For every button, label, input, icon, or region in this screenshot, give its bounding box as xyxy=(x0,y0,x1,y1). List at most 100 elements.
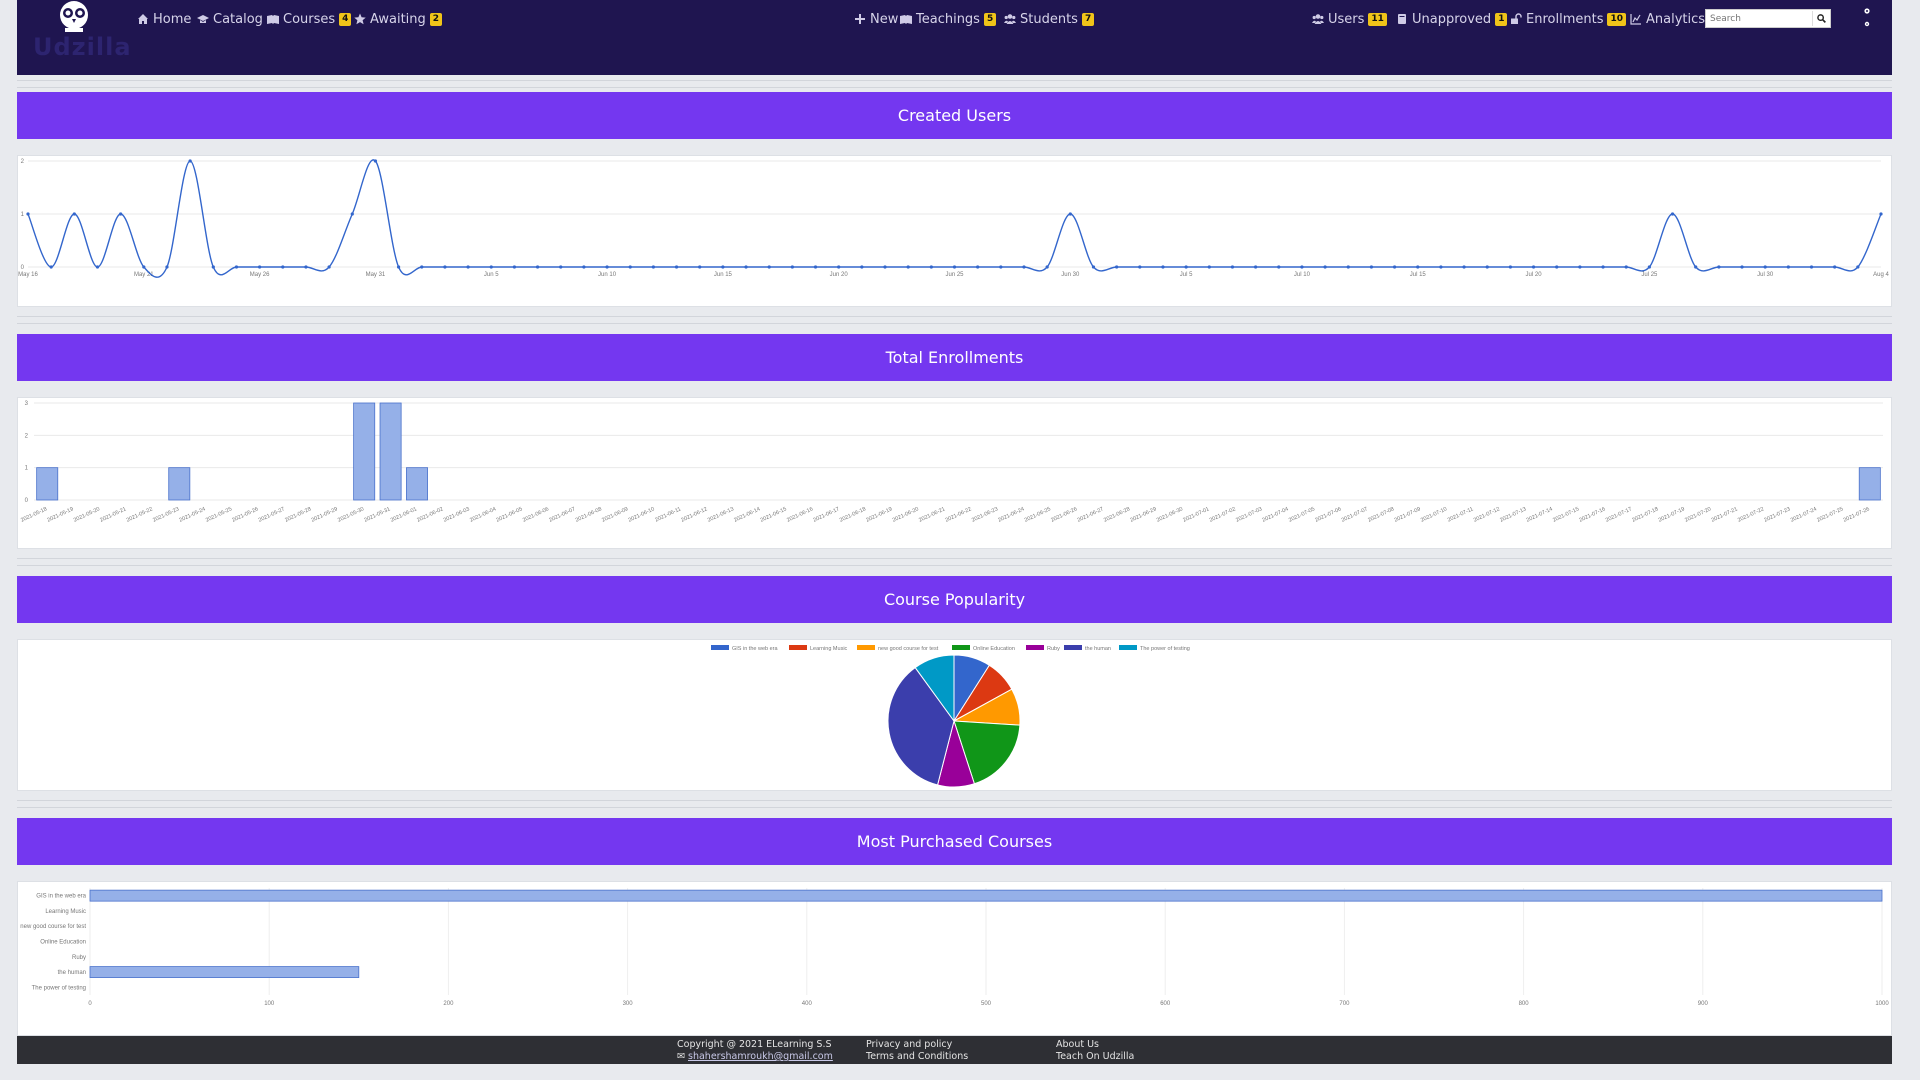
book-open-icon xyxy=(900,13,912,25)
search-input[interactable] xyxy=(1706,11,1812,26)
x-tick-label: 2021-07-19 xyxy=(1658,506,1686,523)
x-tick-label: 2021-06-03 xyxy=(443,506,471,523)
x-tick-label: 2021-07-23 xyxy=(1763,506,1791,523)
data-point xyxy=(1068,212,1072,216)
legend-swatch xyxy=(789,645,807,650)
nav-item-enrollments[interactable]: Enrollments 10 xyxy=(1510,10,1626,28)
legend-label: Online Education xyxy=(973,646,1015,652)
data-point xyxy=(790,265,794,269)
nav-item-courses[interactable]: Courses 4 xyxy=(267,10,352,28)
x-tick-label: Jun 10 xyxy=(598,272,617,278)
footer-teach-link[interactable]: Teach On Udzilla xyxy=(1056,1051,1134,1062)
page-scrollbar[interactable] xyxy=(1892,0,1920,1080)
footer-email-link[interactable]: shahershamroukh@gmail.com xyxy=(688,1051,833,1062)
x-tick-label: 2021-07-04 xyxy=(1261,506,1289,523)
data-point xyxy=(1670,212,1675,216)
x-tick-label: 2021-06-10 xyxy=(628,506,656,523)
nav-item-label: Unapproved xyxy=(1412,11,1492,27)
x-tick-label: 2021-06-14 xyxy=(733,506,761,523)
x-tick-label: 2021-05-27 xyxy=(258,506,286,523)
settings-gear-icon[interactable] xyxy=(1863,7,1871,31)
x-tick-label: Jun 25 xyxy=(945,272,964,278)
x-tick-label: 1000 xyxy=(1875,1001,1889,1007)
y-tick-label: 2 xyxy=(25,433,29,439)
y-tick-label: The power of testing xyxy=(32,985,86,991)
y-tick-label: Ruby xyxy=(72,955,86,961)
x-tick-label: 600 xyxy=(1160,1001,1171,1007)
x-tick-label: 2021-06-24 xyxy=(997,506,1025,523)
y-tick-label: Online Education xyxy=(40,940,86,946)
data-point xyxy=(304,265,308,269)
data-point xyxy=(350,212,354,216)
data-point xyxy=(651,265,655,269)
data-point xyxy=(26,212,30,216)
nav-item-catalog[interactable]: Catalog xyxy=(197,10,263,28)
total-enrollments-bar-chart: 01232021-05-182021-05-192021-05-202021-0… xyxy=(20,401,1883,524)
nav-item-teachings[interactable]: Teachings 5 xyxy=(900,10,997,28)
footer-copyright: Copyright @ 2021 ELearning S.S xyxy=(677,1039,832,1050)
nav-item-unapproved[interactable]: Unapproved 1 xyxy=(1396,10,1508,28)
data-point xyxy=(258,265,262,269)
x-tick-label: 2021-06-29 xyxy=(1129,506,1157,523)
x-tick-label: Jul 5 xyxy=(1180,272,1193,278)
data-point xyxy=(443,265,447,269)
data-point xyxy=(698,265,702,269)
created-users-line-chart: 012May 16 May 21 May 26 May 31 Jun 5 Jun 10 Ju… xyxy=(18,159,1889,278)
search-button[interactable] xyxy=(1812,11,1830,26)
data-point xyxy=(929,265,933,269)
data-point xyxy=(1462,265,1466,269)
nav-item-label: Teachings xyxy=(916,11,980,27)
enrollment-bar xyxy=(36,467,59,501)
data-point xyxy=(1763,265,1767,269)
nav-item-home[interactable]: Home xyxy=(137,10,191,28)
legend-swatch xyxy=(952,645,970,650)
search-box xyxy=(1705,9,1831,28)
x-tick-label: 2021-06-11 xyxy=(654,506,682,523)
footer-about-link[interactable]: About Us xyxy=(1056,1039,1099,1050)
data-point xyxy=(1555,265,1559,269)
data-point xyxy=(721,265,725,269)
users-icon xyxy=(1312,13,1324,25)
nav-item-users[interactable]: Users 11 xyxy=(1312,10,1387,28)
data-point xyxy=(397,265,401,269)
y-tick-label: the human xyxy=(58,970,86,976)
nav-item-new[interactable]: New xyxy=(854,10,898,28)
count-badge: 1 xyxy=(1495,12,1508,26)
created-users-series-line xyxy=(27,159,1882,278)
data-point xyxy=(883,265,887,269)
data-point xyxy=(999,265,1003,269)
data-point xyxy=(813,265,818,269)
y-tick-label: 1 xyxy=(25,466,29,472)
y-tick-label: 0 xyxy=(25,498,29,504)
owl-logo-icon[interactable] xyxy=(55,0,93,34)
x-tick-label: 2021-06-27 xyxy=(1077,506,1105,523)
nav-item-students[interactable]: Students 7 xyxy=(1004,10,1095,28)
x-tick-label: 2021-07-16 xyxy=(1578,506,1606,523)
x-tick-label: 2021-05-21 xyxy=(99,506,127,523)
nav-item-awaiting[interactable]: Awaiting 2 xyxy=(354,10,443,28)
enrollment-bar xyxy=(406,467,428,501)
x-tick-label: 2021-05-31 xyxy=(363,506,391,523)
data-point xyxy=(860,265,864,269)
data-point xyxy=(1508,265,1512,269)
data-point xyxy=(512,265,517,269)
nav-item-analytics[interactable]: Analytics xyxy=(1630,10,1705,28)
legend-label: the human xyxy=(1085,646,1111,652)
nav-item-label: Analytics xyxy=(1646,11,1706,27)
x-tick-label: 2021-05-26 xyxy=(231,506,259,523)
footer-privacy-link[interactable]: Privacy and policy xyxy=(866,1039,952,1050)
data-point xyxy=(1647,265,1651,269)
footer-terms-link[interactable]: Terms and Conditions xyxy=(866,1051,968,1062)
legend-label: Ruby xyxy=(1047,646,1060,652)
x-tick-label: 800 xyxy=(1519,1001,1530,1007)
x-tick-label: 2021-06-06 xyxy=(522,506,550,523)
x-tick-label: 2021-06-02 xyxy=(416,506,444,523)
data-point xyxy=(281,265,285,269)
x-tick-label: 700 xyxy=(1339,1001,1350,1007)
brand-name[interactable]: Udzilla xyxy=(33,33,132,61)
data-point xyxy=(1277,265,1281,269)
data-point xyxy=(1856,265,1860,269)
x-tick-label: 2021-06-17 xyxy=(812,506,840,523)
created-users-chart-card: 0 1 2 May 16 May 21 May 26 May 31 Jun 5 Jun 10 Ju… xyxy=(17,155,1892,307)
data-point xyxy=(1230,265,1235,269)
